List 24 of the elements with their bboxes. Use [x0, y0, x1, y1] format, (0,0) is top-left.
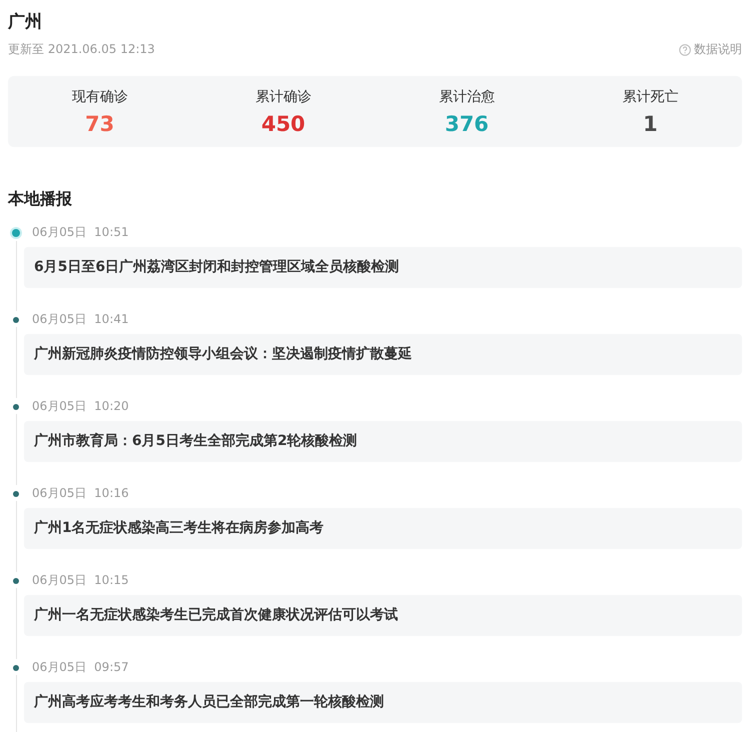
news-time: 06月05日 09:57	[32, 659, 130, 676]
stat-value: 450	[261, 112, 306, 136]
news-card[interactable]: 6月5日至6日广州荔湾区封闭和封控管理区域全员核酸检测	[24, 247, 742, 288]
stat-value: 73	[85, 112, 114, 136]
news-time: 06月05日 10:20	[32, 398, 130, 415]
news-card[interactable]: 广州市教育局：6月5日考生全部完成第2轮核酸检测	[24, 421, 742, 462]
news-time: 06月05日 10:51	[32, 224, 130, 241]
update-time: 更新至 2021.06.05 12:13	[8, 41, 155, 58]
news-time: 06月05日 10:16	[32, 485, 130, 502]
stat-label: 累计治愈	[438, 88, 495, 106]
news-time: 06月05日 10:15	[32, 572, 130, 589]
section-title: 本地播报	[8, 189, 73, 210]
stat-value: 1	[642, 112, 658, 136]
stat-label: 现有确诊	[72, 88, 128, 106]
news-card[interactable]: 广州高考应考考生和考务人员已全部完成第一轮核酸检测	[24, 682, 742, 723]
stat-label: 累计死亡	[622, 88, 678, 106]
stat-label: 累计确诊	[255, 88, 312, 106]
city-title: 广州	[8, 11, 43, 33]
news-card[interactable]: 广州一名无症状感染考生已完成首次健康状况评估可以考试	[24, 595, 742, 636]
help-icon[interactable]	[679, 44, 691, 56]
stat-value: 376	[444, 112, 489, 136]
news-time: 06月05日 10:41	[32, 311, 130, 328]
news-card[interactable]: 广州1名无症状感染高三考生将在病房参加高考	[24, 508, 742, 549]
news-card[interactable]: 广州新冠肺炎疫情防控领导小组会议：坚决遏制疫情扩散蔓延	[24, 334, 742, 375]
